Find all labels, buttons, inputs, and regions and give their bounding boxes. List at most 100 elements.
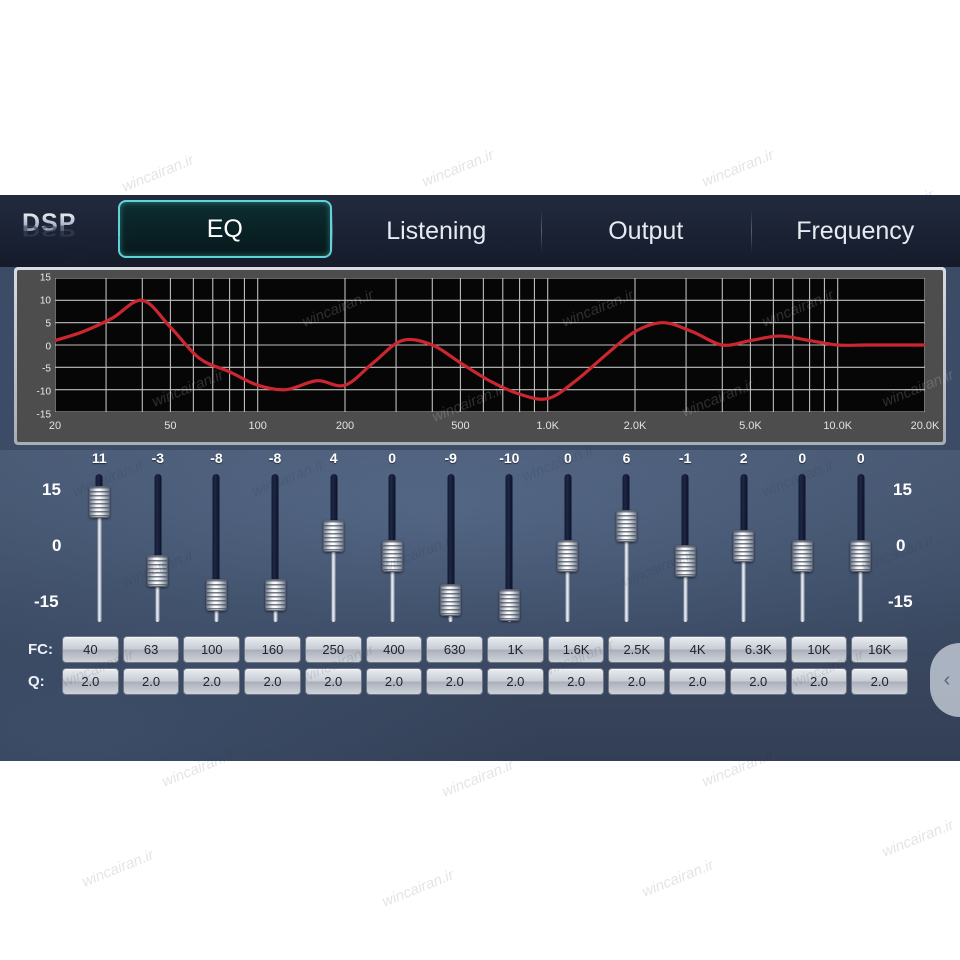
tab-output-label: Output	[608, 216, 684, 245]
tab-output[interactable]: Output	[541, 195, 751, 267]
q-cell[interactable]: 2.0	[547, 668, 605, 695]
slider-list: 11 -3 -8 -8 4 0 -9 -10 0 6 -1 2 0 0	[70, 450, 890, 635]
fc-cell[interactable]: 16K	[851, 636, 909, 663]
band-slider[interactable]	[615, 474, 637, 622]
dsp-logo: DSP DSP	[22, 209, 118, 263]
slider-thumb[interactable]	[440, 584, 462, 617]
screenshot-canvas: DSP DSP EQ Listening Output Frequency 15…	[0, 0, 960, 960]
slider-thumb[interactable]	[381, 540, 403, 572]
fc-cell[interactable]: 2.5K	[608, 636, 666, 663]
eq-curve-svg	[55, 278, 925, 412]
band-slider[interactable]	[557, 474, 579, 622]
slider-thumb[interactable]	[674, 544, 696, 577]
slider-thumb[interactable]	[615, 510, 637, 543]
band-value-label: 0	[798, 450, 807, 466]
tab-bar: DSP DSP EQ Listening Output Frequency	[0, 195, 960, 267]
q-cell[interactable]: 2.0	[669, 668, 726, 695]
fc-cell[interactable]: 6.3K	[729, 636, 787, 663]
band-slider[interactable]	[381, 474, 403, 622]
graph-x-tick: 500	[451, 420, 470, 432]
eq-band: -8	[187, 450, 246, 635]
graph-x-tick: 1.0K	[536, 420, 560, 432]
q-cell[interactable]: 2.0	[851, 668, 909, 695]
slider-thumb[interactable]	[205, 579, 227, 612]
slider-thumb[interactable]	[557, 540, 579, 572]
band-slider[interactable]	[205, 474, 227, 622]
q-cell[interactable]: 2.0	[244, 668, 301, 695]
band-slider[interactable]	[88, 474, 110, 622]
q-cell[interactable]: 2.0	[426, 668, 484, 695]
q-cell[interactable]: 2.0	[729, 668, 787, 695]
band-slider[interactable]	[440, 474, 462, 622]
eq-band: -9	[421, 450, 480, 635]
slider-thumb[interactable]	[733, 530, 755, 563]
slider-thumb[interactable]	[147, 554, 169, 587]
band-value-label: 4	[329, 450, 338, 466]
tab-frequency[interactable]: Frequency	[750, 195, 960, 267]
graph-x-tick: 5.0K	[739, 420, 762, 432]
fc-cell[interactable]: 250	[304, 636, 362, 663]
band-slider[interactable]	[733, 474, 755, 622]
band-value-label: -10	[499, 450, 520, 466]
graph-x-tick: 100	[248, 420, 267, 432]
tab-listening[interactable]: Listening	[331, 195, 542, 267]
band-value-label: 11	[91, 450, 107, 466]
graph-y-tick: 5	[45, 318, 51, 330]
tab-eq[interactable]: EQ	[118, 200, 332, 258]
fc-cell[interactable]: 160	[244, 636, 301, 663]
slider-thumb[interactable]	[323, 520, 345, 553]
q-cell[interactable]: 2.0	[790, 668, 848, 695]
band-slider[interactable]	[791, 474, 813, 622]
graph-y-tick: -10	[36, 386, 51, 398]
eq-band: 2	[714, 450, 773, 635]
band-slider[interactable]	[323, 474, 345, 622]
q-cell[interactable]: 2.0	[62, 668, 119, 695]
slider-track-upper	[212, 474, 220, 594]
q-cell[interactable]: 2.0	[608, 668, 666, 695]
fc-cell[interactable]: 1K	[487, 636, 544, 663]
fc-cell[interactable]: 4K	[669, 636, 726, 663]
watermark: wincairan.ir	[439, 756, 517, 801]
dsp-logo-reflection: DSP	[22, 221, 77, 239]
graph-y-tick: -5	[42, 363, 51, 375]
chevron-left-icon: ‹	[943, 668, 951, 691]
fc-cell[interactable]: 1.6K	[547, 636, 605, 663]
fc-cell[interactable]: 100	[183, 636, 241, 663]
fc-row-label: FC:	[28, 641, 53, 658]
band-value-label: 0	[388, 450, 397, 466]
q-cell[interactable]: 2.0	[183, 668, 241, 695]
eq-slider-band: 15 0 -15 15 0 -15 11 -3 -8 -8 4 0 -9 -10 0 6 -1 2 0 0	[0, 450, 960, 635]
band-value-label: -9	[444, 450, 457, 466]
collapse-panel-handle[interactable]: ‹	[930, 643, 960, 717]
band-value-label: 0	[856, 450, 865, 466]
band-slider[interactable]	[264, 474, 286, 622]
slider-thumb[interactable]	[88, 485, 110, 518]
graph-y-tick: -15	[36, 409, 51, 421]
band-slider[interactable]	[674, 474, 696, 622]
q-cell[interactable]: 2.0	[122, 668, 180, 695]
eq-band: 0	[363, 450, 422, 635]
slider-thumb[interactable]	[264, 579, 286, 612]
fc-row: 40 63 100 160 250 400 630 1K 1.6K 2.5K 4K 6.3K 10K 16…	[62, 636, 909, 663]
tab-eq-label: EQ	[206, 214, 243, 243]
band-slider[interactable]	[147, 474, 169, 622]
fc-cell[interactable]: 63	[122, 636, 180, 663]
fc-cell[interactable]: 630	[426, 636, 484, 663]
graph-y-tick: 15	[39, 272, 51, 284]
watermark: wincairan.ir	[79, 846, 157, 891]
fc-cell[interactable]: 40	[62, 636, 119, 663]
slider-thumb[interactable]	[498, 589, 520, 622]
q-cell[interactable]: 2.0	[304, 668, 362, 695]
q-cell[interactable]: 2.0	[365, 668, 423, 695]
fc-cell[interactable]: 400	[365, 636, 423, 663]
slider-track-upper	[505, 474, 513, 604]
slider-thumb[interactable]	[791, 540, 813, 572]
watermark: wincairan.ir	[639, 856, 717, 901]
slider-thumb[interactable]	[850, 540, 872, 572]
fc-cell[interactable]: 10K	[790, 636, 848, 663]
watermark: wincairan.ir	[379, 866, 457, 911]
q-cell[interactable]: 2.0	[487, 668, 544, 695]
band-slider[interactable]	[498, 474, 520, 622]
eq-band: -8	[246, 450, 305, 635]
band-slider[interactable]	[850, 474, 872, 622]
